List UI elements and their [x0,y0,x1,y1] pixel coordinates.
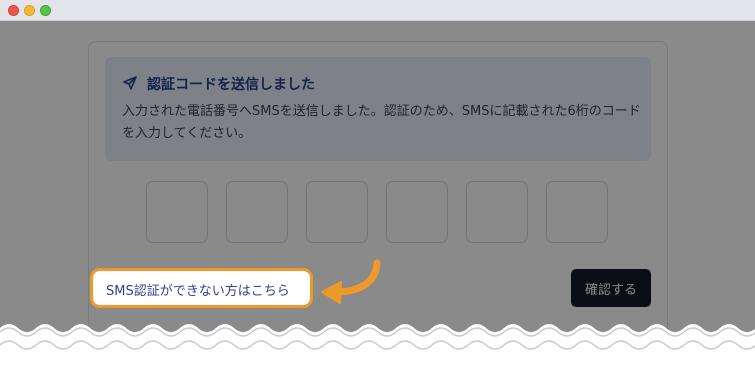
minimize-window-button[interactable] [24,5,35,16]
notice-title: 認証コードを送信しました [147,77,315,93]
torn-edge-divider [0,324,755,367]
window-titlebar [0,0,755,21]
confirm-button[interactable]: 確認する [571,269,651,307]
notice-body: 入力された電話番号へSMSを送信しました。認証のため、SMSに記載された6桁のコ… [122,104,641,141]
otp-digit-3[interactable] [306,181,368,243]
sms-sent-notice: 認証コードを送信しました 入力された電話番号へSMSを送信しました。認証のため、… [105,57,651,161]
otp-digit-2[interactable] [226,181,288,243]
maximize-window-button[interactable] [40,5,51,16]
otp-digit-1[interactable] [146,181,208,243]
page-viewport: 認証コードを送信しました 入力された電話番号へSMSを送信しました。認証のため、… [0,21,755,367]
close-window-button[interactable] [8,5,19,16]
sms-help-link[interactable]: SMS認証ができない方はこちら [90,268,313,308]
sms-help-link-label: SMS認証ができない方はこちら [106,284,290,299]
send-icon [123,76,137,90]
otp-digit-6[interactable] [546,181,608,243]
otp-digit-5[interactable] [466,181,528,243]
browser-window: 認証コードを送信しました 入力された電話番号へSMSを送信しました。認証のため、… [0,0,755,367]
otp-digit-4[interactable] [386,181,448,243]
